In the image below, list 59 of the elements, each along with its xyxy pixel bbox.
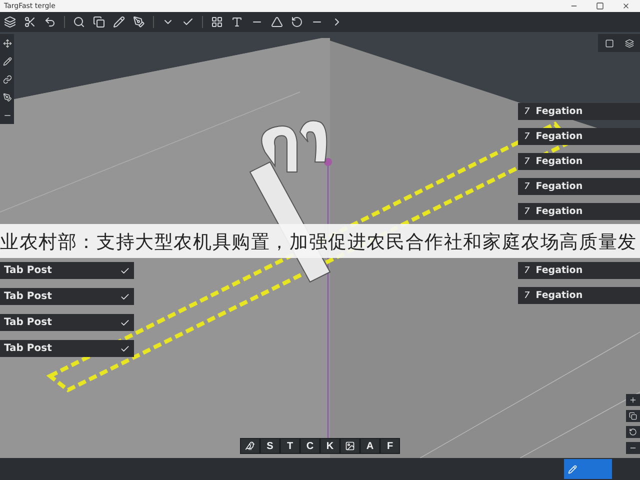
list-item[interactable]: 7 Fegation: [518, 203, 640, 220]
grid-icon[interactable]: [211, 16, 223, 28]
list-item[interactable]: Tab Post: [0, 314, 134, 331]
item-number: 7: [524, 156, 530, 166]
key-button[interactable]: K: [321, 439, 339, 453]
maximize-button[interactable]: [596, 2, 604, 10]
headline-text: 业农村部：支持大型农机具购置，加强促进农民合作社和家庭农场高质量发: [0, 230, 637, 254]
key-button[interactable]: A: [361, 439, 379, 453]
pencil-icon[interactable]: [113, 16, 125, 28]
plus-icon[interactable]: [626, 394, 640, 406]
item-label: Fegation: [536, 265, 583, 276]
item-number: 7: [524, 132, 530, 142]
key-button[interactable]: T: [281, 439, 299, 453]
key-button[interactable]: F: [381, 439, 399, 453]
item-label: Tab Post: [4, 291, 52, 302]
item-label: Tab Post: [4, 343, 52, 354]
copy-small-icon[interactable]: [626, 410, 640, 422]
item-number: 7: [524, 206, 530, 216]
item-label: Fegation: [536, 290, 583, 301]
pen-icon[interactable]: [133, 16, 145, 28]
triangle-icon[interactable]: [271, 16, 283, 28]
list-item[interactable]: 7 Fegation: [518, 128, 640, 145]
layers-icon[interactable]: [4, 16, 16, 28]
item-number: 7: [524, 266, 530, 276]
key-button[interactable]: C: [301, 439, 319, 453]
list-item[interactable]: Tab Post: [0, 288, 134, 305]
item-label: Tab Post: [4, 265, 52, 276]
item-label: Tab Post: [4, 317, 52, 328]
item-label: Fegation: [536, 106, 583, 117]
rotate-small-icon[interactable]: [626, 426, 640, 438]
item-label: Fegation: [536, 206, 583, 217]
scissors-icon[interactable]: [24, 16, 36, 28]
close-button[interactable]: [622, 2, 630, 10]
move-icon[interactable]: [0, 37, 14, 49]
item-number: 7: [524, 290, 530, 300]
item-number: 7: [524, 106, 530, 116]
list-item[interactable]: 7 Fegation: [518, 178, 640, 195]
search-icon[interactable]: [73, 16, 85, 28]
key-button[interactable]: S: [261, 439, 279, 453]
list-item[interactable]: 7 Fegation: [518, 262, 640, 279]
pencil-icon: [568, 464, 577, 474]
action-button[interactable]: [564, 459, 612, 479]
image-icon[interactable]: [341, 439, 359, 453]
undo-icon[interactable]: [44, 16, 56, 28]
rotate-icon[interactable]: [291, 16, 303, 28]
bird-icon[interactable]: [241, 439, 259, 453]
item-label: Fegation: [536, 156, 583, 167]
copy-icon[interactable]: [93, 16, 105, 28]
list-item[interactable]: Tab Post: [0, 340, 134, 357]
list-item[interactable]: 7 Fegation: [518, 153, 640, 170]
list-item[interactable]: 7 Fegation: [518, 103, 640, 120]
item-label: Fegation: [536, 181, 583, 192]
check-icon[interactable]: [182, 16, 194, 28]
list-item[interactable]: Tab Post: [0, 262, 134, 279]
minus-small-icon[interactable]: [626, 442, 640, 454]
item-number: 7: [524, 182, 530, 192]
list-item[interactable]: 7 Fegation: [518, 287, 640, 304]
item-label: Fegation: [536, 131, 583, 142]
text-icon[interactable]: [231, 16, 243, 28]
